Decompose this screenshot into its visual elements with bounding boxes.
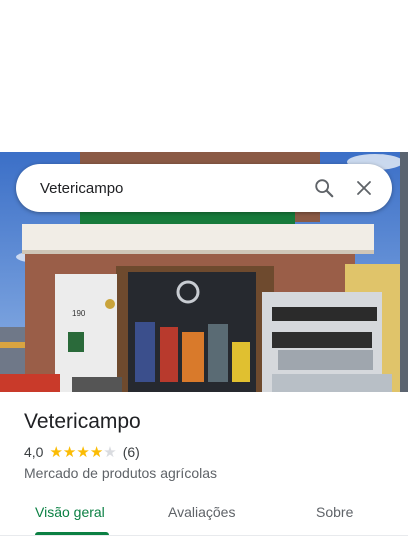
star-icon: ★	[49, 443, 63, 461]
tab-overview[interactable]: Visão geral	[35, 504, 105, 520]
search-icon[interactable]	[304, 168, 344, 208]
rating-row[interactable]: 4,0 ★ ★ ★ ★ ★ (6)	[24, 444, 140, 460]
reviews-count[interactable]: (6)	[123, 444, 140, 460]
rating-value: 4,0	[24, 444, 44, 460]
blank-header-area	[0, 0, 408, 152]
star-icon: ★	[89, 443, 104, 461]
close-icon[interactable]	[344, 168, 384, 208]
star-icon: ★	[62, 443, 77, 461]
place-title: Vetericampo	[24, 410, 141, 433]
place-tabs: Visão geral Avaliações Sobre	[0, 494, 408, 538]
shop-number: 190	[72, 309, 86, 318]
tab-reviews[interactable]: Avaliações	[168, 504, 235, 520]
star-icon: ★	[103, 443, 117, 461]
divider	[0, 535, 408, 536]
search-bar[interactable]: Vetericampo	[16, 164, 392, 212]
search-input[interactable]: Vetericampo	[40, 180, 304, 197]
rating-stars: ★ ★ ★ ★ ★	[49, 445, 116, 460]
star-icon: ★	[76, 443, 90, 461]
tab-about[interactable]: Sobre	[316, 504, 353, 520]
place-category: Mercado de produtos agrícolas	[24, 465, 217, 481]
